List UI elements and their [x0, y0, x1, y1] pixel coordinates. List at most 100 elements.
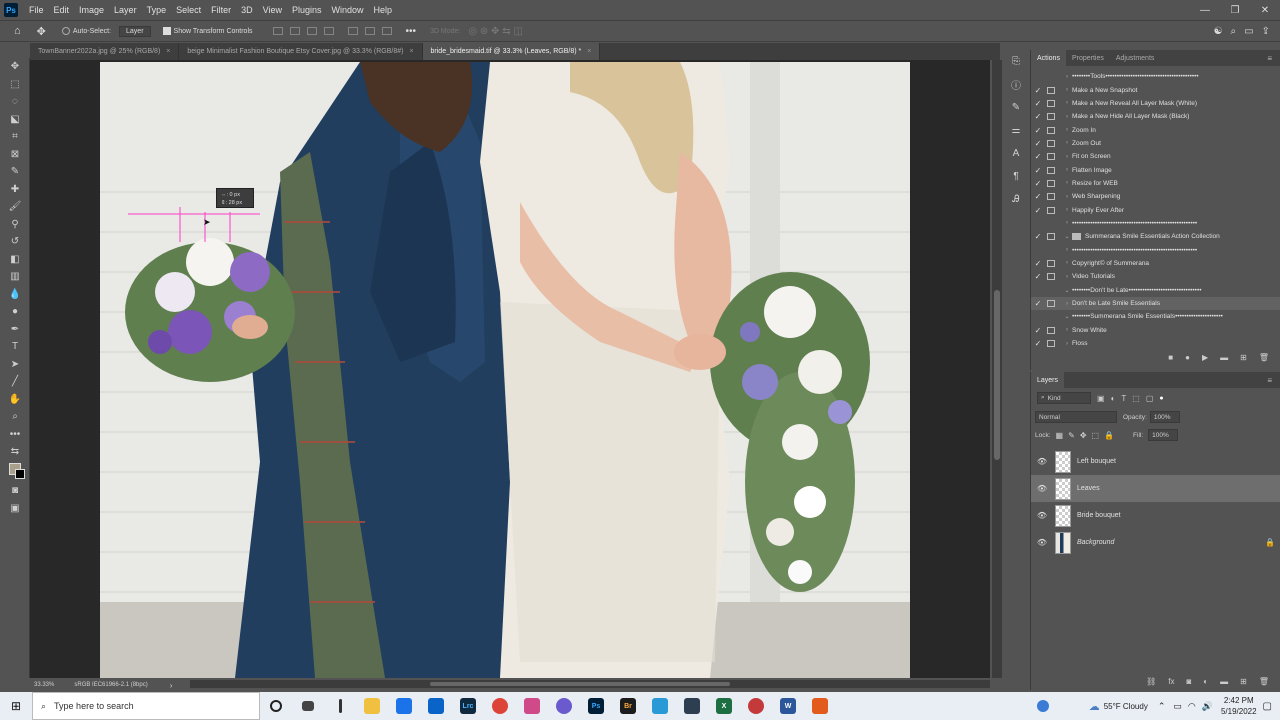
- quick-mask-icon[interactable]: ◙: [0, 482, 30, 500]
- weather-icon[interactable]: ☁: [1089, 700, 1100, 713]
- home-icon[interactable]: ⌂: [14, 25, 21, 37]
- eraser-tool-icon[interactable]: ◧: [0, 251, 30, 269]
- close-tab-icon[interactable]: ×: [166, 48, 170, 55]
- align-bottom-icon[interactable]: [364, 27, 375, 35]
- marquee-tool-icon[interactable]: ⬚: [0, 76, 30, 94]
- glyphs-panel-icon[interactable]: Ꭿ: [1005, 188, 1027, 211]
- tray-app-icon[interactable]: [1027, 692, 1059, 720]
- layer-row-bride-bouquet[interactable]: 👁 Bride bouquet: [1031, 502, 1280, 529]
- filter-shape-icon[interactable]: ⬚: [1132, 394, 1140, 403]
- close-button[interactable]: ✕: [1250, 5, 1280, 16]
- type-tool-icon[interactable]: T: [0, 338, 30, 356]
- menu-layer[interactable]: Layer: [109, 5, 142, 15]
- line-tool-icon[interactable]: ╱: [0, 373, 30, 391]
- fx-icon[interactable]: fx: [1168, 677, 1174, 686]
- screen-mode-icon[interactable]: ▣: [0, 500, 30, 518]
- lock-position-icon[interactable]: ✥: [1080, 431, 1087, 440]
- network-icon[interactable]: ▭: [1173, 701, 1182, 712]
- document-canvas[interactable]: [100, 62, 910, 678]
- menu-type[interactable]: Type: [142, 5, 172, 15]
- move-tool-icon[interactable]: ✥: [0, 58, 30, 76]
- zoom-tool-icon[interactable]: ⌕: [0, 408, 30, 426]
- action-row[interactable]: ✓ › Web Sharpening: [1031, 190, 1280, 203]
- brush-tool-icon[interactable]: 🖌: [0, 198, 30, 216]
- widgets-icon[interactable]: [324, 692, 356, 720]
- horizontal-scroll-thumb[interactable]: [430, 682, 730, 686]
- tab-adjustments[interactable]: Adjustments: [1110, 50, 1161, 66]
- vertical-scroll-thumb[interactable]: [994, 290, 1000, 460]
- move-tool-icon[interactable]: ✥: [37, 25, 46, 38]
- close-tab-icon[interactable]: ×: [409, 48, 413, 55]
- bridge-taskbar-icon[interactable]: Br: [612, 692, 644, 720]
- tab-actions[interactable]: Actions: [1031, 50, 1066, 66]
- photoshop-taskbar-icon[interactable]: Ps: [580, 692, 612, 720]
- tray-chevron-icon[interactable]: ⌃: [1158, 701, 1166, 712]
- crop-tool-icon[interactable]: ⌗: [0, 128, 30, 146]
- action-set-row[interactable]: ✓ ⌄ Summerana Smile Essentials Action Coll…: [1031, 230, 1280, 243]
- action-row[interactable]: › •••••••••••••••••••••••••••••••••••••••…: [1031, 243, 1280, 256]
- lock-transparent-icon[interactable]: ▦: [1056, 431, 1064, 440]
- adjustment-layer-icon[interactable]: ◐: [1203, 677, 1208, 686]
- task-view-icon[interactable]: [292, 692, 324, 720]
- pen-tool-icon[interactable]: ✒: [0, 321, 30, 339]
- new-layer-icon[interactable]: ⊞: [1240, 677, 1247, 686]
- stop-icon[interactable]: ■: [1168, 353, 1173, 362]
- eye-icon[interactable]: 👁: [1031, 538, 1053, 547]
- dodge-tool-icon[interactable]: ●: [0, 303, 30, 321]
- lock-all-icon[interactable]: 🔒: [1104, 431, 1114, 440]
- eyedropper-tool-icon[interactable]: ✎: [0, 163, 30, 181]
- new-action-icon[interactable]: ⊞: [1240, 353, 1247, 362]
- eye-icon[interactable]: 👁: [1031, 511, 1053, 520]
- action-row[interactable]: ⌄ ••••••••Summerana Smile Essentials•••••…: [1031, 310, 1280, 323]
- app-icon-teal[interactable]: [644, 692, 676, 720]
- align-middle-icon[interactable]: [347, 27, 358, 35]
- blur-tool-icon[interactable]: 💧: [0, 286, 30, 304]
- settings-app-icon[interactable]: [548, 692, 580, 720]
- search-icon[interactable]: ⌕: [1231, 26, 1237, 37]
- menu-window[interactable]: Window: [327, 5, 369, 15]
- filter-type-icon[interactable]: T: [1121, 394, 1126, 403]
- show-transform-checkbox[interactable]: [162, 27, 171, 35]
- edit-toolbar-icon[interactable]: •••: [0, 426, 30, 444]
- volume-icon[interactable]: 🔊: [1202, 701, 1213, 712]
- menu-filter[interactable]: Filter: [206, 5, 236, 15]
- delete-layer-icon[interactable]: 🗑: [1259, 677, 1269, 686]
- healing-brush-tool-icon[interactable]: ✚: [0, 181, 30, 199]
- kind-filter-dropdown[interactable]: ⌕ Kind: [1037, 392, 1091, 404]
- layer-row-left-bouquet[interactable]: 👁 Left bouquet: [1031, 448, 1280, 475]
- tab-townbanner[interactable]: TownBanner2022a.jpg @ 25% (RGB/8) ×: [30, 43, 180, 60]
- mail-icon[interactable]: [420, 692, 452, 720]
- opacity-input[interactable]: 100%: [1149, 411, 1180, 423]
- eye-icon[interactable]: 👁: [1031, 484, 1053, 493]
- action-row[interactable]: ✓ › Make a New Hide All Layer Mask (Black): [1031, 110, 1280, 123]
- filter-pixel-icon[interactable]: ▣: [1097, 394, 1105, 403]
- chrome-icon[interactable]: [484, 692, 516, 720]
- panel-menu-icon[interactable]: ≡: [1267, 54, 1272, 63]
- frame-tool-icon[interactable]: ⊠: [0, 146, 30, 164]
- object-select-tool-icon[interactable]: ⬕: [0, 111, 30, 129]
- close-tab-icon[interactable]: ×: [587, 48, 591, 55]
- fill-input[interactable]: 100%: [1148, 429, 1179, 441]
- filter-toggle-icon[interactable]: ●: [1159, 395, 1163, 402]
- share-icon[interactable]: ⇪: [1262, 26, 1270, 37]
- paragraph-panel-icon[interactable]: ¶: [1005, 165, 1027, 188]
- character-panel-icon[interactable]: A: [1005, 142, 1027, 165]
- distribute-icon[interactable]: [381, 27, 392, 35]
- recorder-icon[interactable]: [804, 692, 836, 720]
- 3d-orbit-icon[interactable]: ◎ ⊛ ✥ ⇆ ◫: [468, 26, 522, 37]
- menu-plugins[interactable]: Plugins: [287, 5, 327, 15]
- group-icon[interactable]: ▬: [1220, 677, 1228, 686]
- history-panel-icon[interactable]: ⎘: [1005, 50, 1027, 73]
- play-icon[interactable]: ▶: [1202, 353, 1208, 362]
- new-set-icon[interactable]: ▬: [1220, 353, 1228, 362]
- lasso-tool-icon[interactable]: ◌: [0, 93, 30, 111]
- adjustments-panel-icon[interactable]: ⚌: [1005, 119, 1027, 142]
- action-row[interactable]: ✓ › Floss: [1031, 337, 1280, 350]
- gradient-tool-icon[interactable]: ▥: [0, 268, 30, 286]
- filter-adjustment-icon[interactable]: ◐: [1111, 394, 1116, 403]
- app-icon-dark[interactable]: [676, 692, 708, 720]
- record-icon[interactable]: ●: [1185, 353, 1190, 362]
- history-brush-tool-icon[interactable]: ↺: [0, 233, 30, 251]
- info-panel-icon[interactable]: ⓘ: [1005, 73, 1027, 96]
- align-center-icon[interactable]: [289, 27, 300, 35]
